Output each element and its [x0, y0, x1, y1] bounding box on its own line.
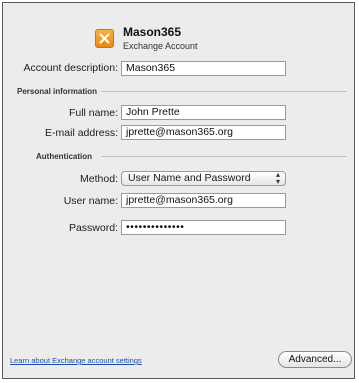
- account-description-field[interactable]: Mason365: [121, 61, 286, 76]
- section-divider: [101, 91, 347, 92]
- email-field[interactable]: jprette@mason365.org: [121, 125, 286, 140]
- password-field[interactable]: ••••••••••••••: [121, 220, 286, 235]
- advanced-button[interactable]: Advanced...: [278, 351, 352, 368]
- password-label: Password:: [68, 222, 118, 234]
- username-label: User name:: [63, 195, 118, 207]
- full-name-label: Full name:: [68, 107, 118, 119]
- full-name-field[interactable]: John Prette: [121, 105, 286, 120]
- email-label: E-mail address:: [45, 127, 118, 139]
- section-divider: [101, 156, 347, 157]
- exchange-icon: [95, 29, 114, 48]
- personal-info-section-title: Personal information: [17, 87, 98, 96]
- method-select-value: User Name and Password: [128, 172, 251, 184]
- username-field[interactable]: jprette@mason365.org: [121, 193, 286, 208]
- account-name: Mason365: [123, 25, 182, 39]
- authentication-section-title: Authentication: [36, 152, 92, 161]
- account-settings-panel: Mason365 Exchange Account Account descri…: [2, 2, 355, 379]
- account-type: Exchange Account: [123, 41, 198, 51]
- up-down-arrows-icon: ▴ ▾: [275, 170, 280, 186]
- account-header: Mason365 Exchange Account: [3, 3, 354, 55]
- method-label: Method:: [80, 173, 118, 185]
- learn-exchange-settings-link[interactable]: Learn about Exchange account settings: [10, 356, 142, 365]
- account-description-label: Account description:: [23, 62, 118, 74]
- method-select[interactable]: User Name and Password ▴ ▾: [121, 171, 286, 186]
